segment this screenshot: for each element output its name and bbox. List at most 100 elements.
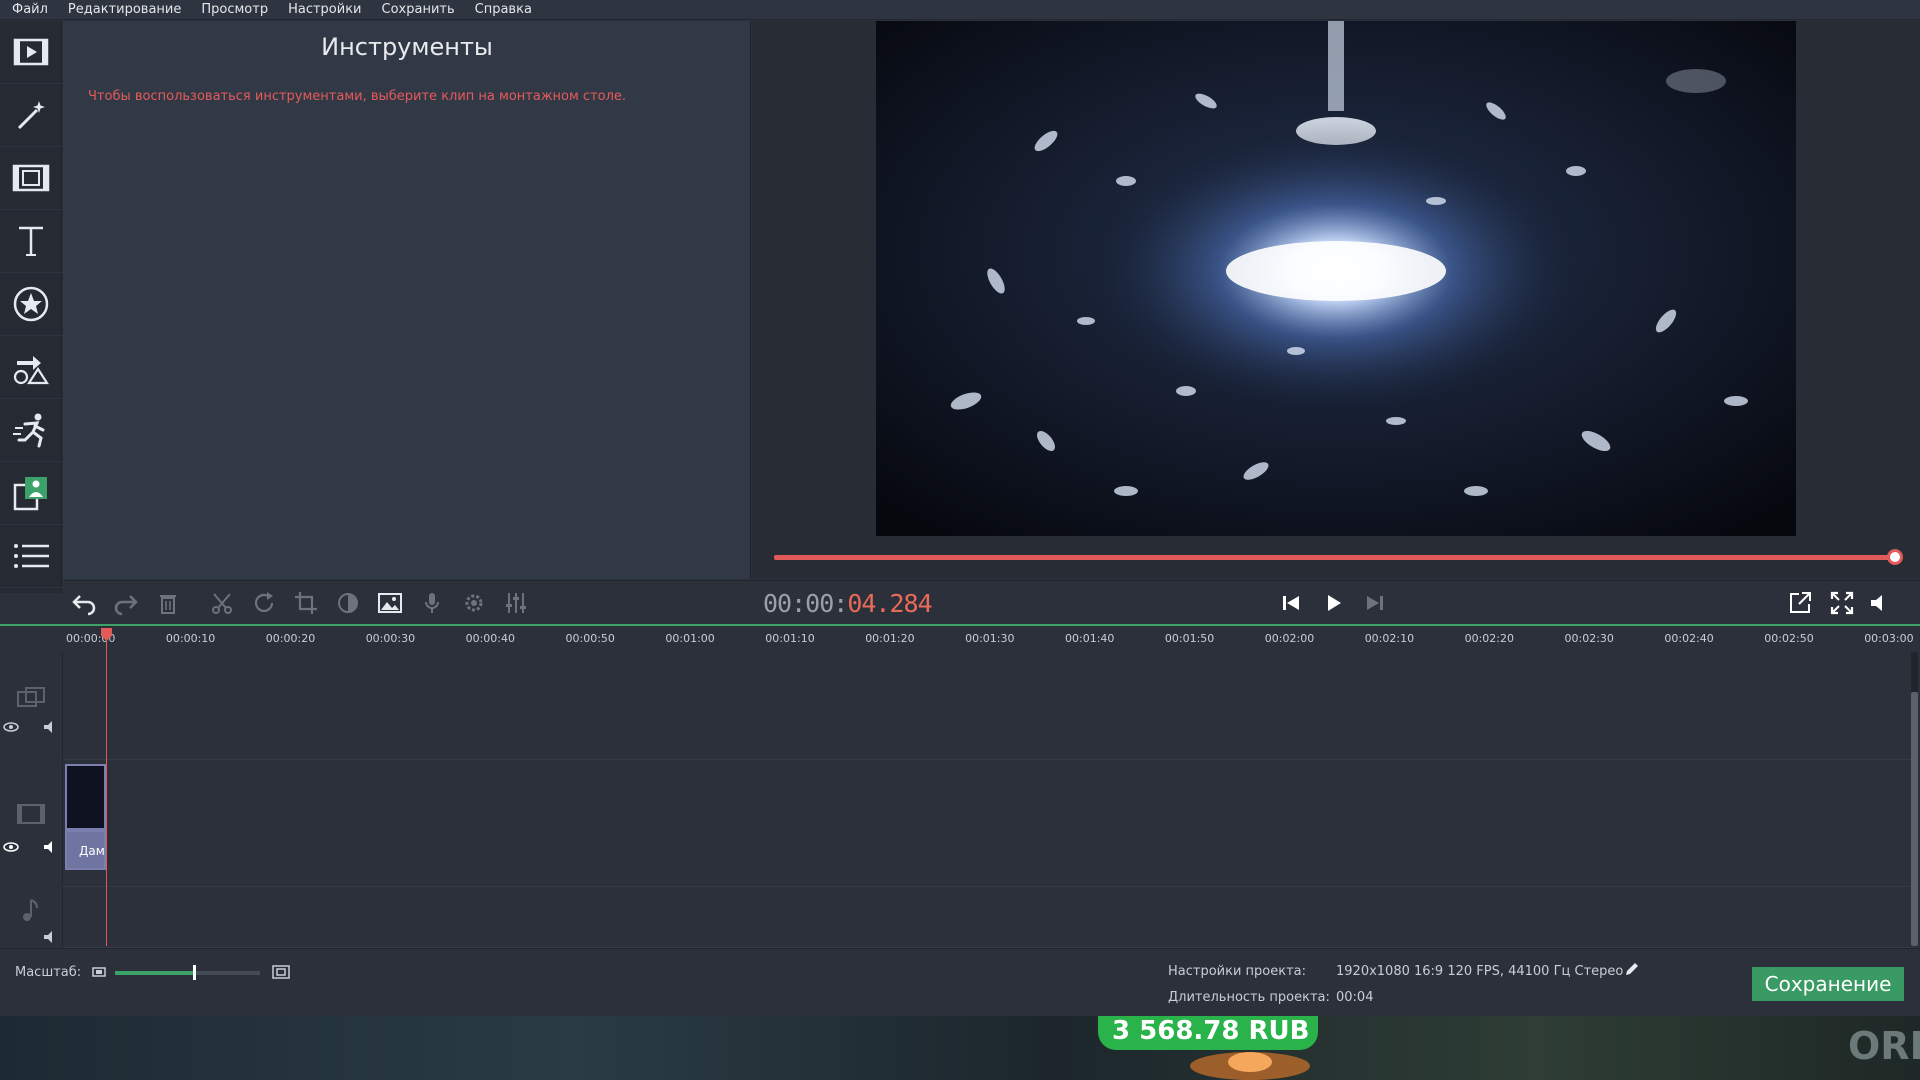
cut-button[interactable] <box>205 587 239 619</box>
zoom-in-icon[interactable] <box>272 964 290 980</box>
timeline-ruler[interactable]: 00:00:00 00:00:10 00:00:20 00:00:30 00:00:40… <box>0 624 1920 652</box>
ruler-tick: 00:01:00 <box>665 632 715 645</box>
image-edit-icon <box>378 593 402 613</box>
shapes-button[interactable] <box>0 336 62 399</box>
audio-track-header <box>0 888 63 948</box>
clip-properties-button[interactable] <box>457 587 491 619</box>
balance-badge[interactable]: 3 568.78 RUB <box>1098 1016 1318 1050</box>
filters-button[interactable] <box>0 84 62 147</box>
edit-pencil-icon[interactable] <box>1624 961 1640 977</box>
shapes-icon <box>13 356 50 385</box>
video-track-icon <box>17 804 45 824</box>
more-tools-button[interactable] <box>0 525 62 588</box>
ruler-tick: 00:01:20 <box>865 632 915 645</box>
crop-button[interactable] <box>289 587 323 619</box>
desktop-background: 3 568.78 RUB ORBO <box>0 1016 1920 1080</box>
video-preview[interactable] <box>876 21 1796 536</box>
rotate-button[interactable] <box>247 587 281 619</box>
ruler-tick: 00:00:20 <box>265 632 316 645</box>
import-media-button[interactable] <box>0 21 62 84</box>
menu-save[interactable]: Сохранить <box>382 2 455 17</box>
stickers-button[interactable] <box>0 273 62 336</box>
timeline <box>0 652 1920 948</box>
ruler-tick: 00:03:00 <box>1864 632 1914 645</box>
track-visibility-eye-icon[interactable] <box>3 841 19 853</box>
menu-edit[interactable]: Редактирование <box>68 2 181 17</box>
delete-button[interactable] <box>151 587 185 619</box>
more-list-icon <box>14 544 49 568</box>
rotate-icon <box>254 592 274 612</box>
ruler-tick: 00:02:30 <box>1564 632 1614 645</box>
pip-button[interactable] <box>0 462 62 525</box>
motion-icon <box>13 413 45 448</box>
color-adjust-icon <box>338 593 358 613</box>
fullscreen-button[interactable] <box>1825 587 1859 619</box>
ruler-tick: 00:01:40 <box>1065 632 1115 645</box>
color-adjust-button[interactable] <box>331 587 365 619</box>
redo-icon <box>114 595 138 616</box>
tools-title: Инструменты <box>321 33 493 61</box>
play-icon <box>1328 595 1341 611</box>
menu-file[interactable]: Файл <box>12 2 48 17</box>
skip-back-button[interactable] <box>1274 587 1308 619</box>
skip-back-icon <box>1283 596 1299 610</box>
video-clip-thumbnail[interactable] <box>65 764 106 830</box>
ruler-tick: 00:01:10 <box>765 632 815 645</box>
transitions-button[interactable] <box>0 147 62 210</box>
project-settings-value: 1920x1080 16:9 120 FPS, 44100 Гц Стерео <box>1336 964 1624 979</box>
tools-panel: Инструменты Чтобы воспользоваться инстру… <box>63 21 751 579</box>
track-visibility-eye-icon[interactable] <box>3 721 19 733</box>
ruler-tick: 00:00:10 <box>165 632 216 645</box>
ruler-tick: 00:01:50 <box>1164 632 1215 645</box>
video-frame <box>876 21 1796 536</box>
tools-hint: Чтобы воспользоваться инструментами, выб… <box>88 89 627 104</box>
video-track-header <box>0 761 63 887</box>
timecode-display: 00:00:04.284 <box>763 589 933 618</box>
undo-button[interactable] <box>67 587 101 619</box>
music-note-icon <box>23 899 38 921</box>
track-mute-speaker-icon[interactable] <box>42 840 58 854</box>
video-track[interactable] <box>63 761 1913 887</box>
fullscreen-icon <box>1830 591 1854 615</box>
seek-bar[interactable] <box>774 555 1895 560</box>
volume-button[interactable] <box>1863 587 1897 619</box>
zoom-out-icon[interactable] <box>92 965 106 979</box>
image-edit-button[interactable] <box>373 587 407 619</box>
ruler-tick: 00:01:30 <box>965 632 1015 645</box>
project-duration-value: 00:04 <box>1336 990 1374 1005</box>
menu-help[interactable]: Справка <box>475 2 532 17</box>
menu-settings[interactable]: Настройки <box>288 2 361 17</box>
scale-label: Масштаб: <box>15 965 82 980</box>
menu-bar: Файл Редактирование Просмотр Настройки С… <box>0 0 1920 20</box>
detach-player-button[interactable] <box>1783 587 1817 619</box>
motion-button[interactable] <box>0 399 62 462</box>
skip-forward-icon <box>1367 596 1383 610</box>
timeline-scroll-thumb[interactable] <box>1911 692 1918 946</box>
overlay-track-header <box>0 652 63 760</box>
tool-rail <box>0 21 62 593</box>
ruler-tick: 00:02:10 <box>1364 632 1415 645</box>
magic-wand-icon <box>17 101 45 130</box>
edit-toolbar: 00:00:04.284 <box>63 580 1920 624</box>
cut-icon <box>212 593 232 614</box>
video-clip-audio[interactable]: Дам <box>65 830 106 870</box>
track-mute-speaker-icon[interactable] <box>42 930 58 944</box>
scale-slider-handle[interactable] <box>193 965 196 980</box>
redo-button[interactable] <box>109 587 143 619</box>
overlay-track[interactable] <box>63 652 1913 760</box>
app-window: Файл Редактирование Просмотр Настройки С… <box>0 0 1920 1080</box>
timeline-scrollbar[interactable] <box>1911 652 1918 946</box>
seek-handle[interactable] <box>1887 549 1903 565</box>
track-mute-speaker-icon[interactable] <box>42 720 58 734</box>
equalizer-button[interactable] <box>499 587 533 619</box>
delete-icon <box>160 595 176 614</box>
volume-icon <box>1871 595 1882 611</box>
undo-icon <box>72 595 96 616</box>
play-button[interactable] <box>1316 587 1350 619</box>
save-button[interactable]: Сохранение <box>1752 967 1904 1001</box>
skip-forward-button[interactable] <box>1358 587 1392 619</box>
menu-view[interactable]: Просмотр <box>201 2 268 17</box>
titles-button[interactable] <box>0 210 62 273</box>
audio-track[interactable] <box>63 888 1913 948</box>
record-voice-button[interactable] <box>415 587 449 619</box>
